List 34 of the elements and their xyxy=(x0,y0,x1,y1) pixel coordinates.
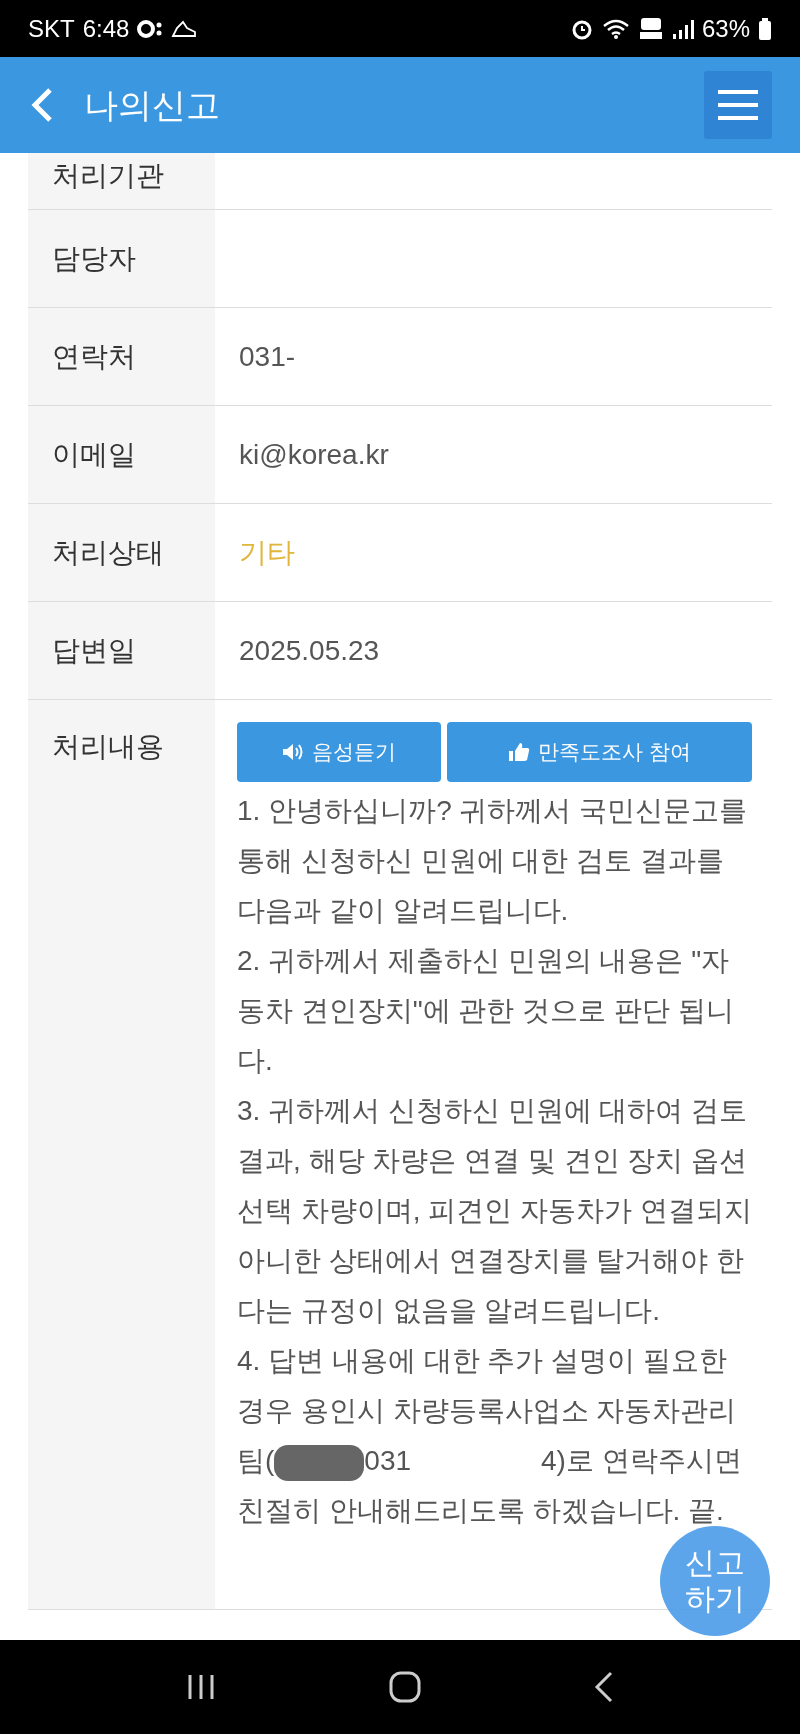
label-cell: 처리상태 xyxy=(28,504,215,601)
back-icon[interactable] xyxy=(30,87,54,123)
battery-icon xyxy=(758,16,772,41)
report-fab[interactable]: 신고 하기 xyxy=(660,1526,770,1636)
answer-paragraph: 2. 귀하께서 제출하신 민원의 내용은 "자동차 견인장치"에 관한 것으로 판단 됩니다. xyxy=(237,944,735,1078)
value-text: 기타 xyxy=(239,535,295,570)
menu-button[interactable] xyxy=(704,71,772,139)
signal-icon xyxy=(671,17,694,40)
carrier-text: SKT xyxy=(28,13,75,44)
home-icon[interactable] xyxy=(389,1671,421,1703)
answer-paragraph: 3. 귀하께서 신청하신 민원에 대하여 검토결과, 해당 차량은 연결 및 견인 장치 옵션 선택 차량이며, 피견인 자동차가 연결되지 아니한 상태에서 연결장치를 탈거해야 한다는 규정이 없음을 알려드립니다. xyxy=(237,1094,752,1328)
recent-apps-icon[interactable] xyxy=(186,1673,217,1701)
label-cell: 이메일 xyxy=(28,406,215,503)
thumbs-up-icon xyxy=(507,741,530,763)
value-text: 031- xyxy=(239,339,296,374)
answer-paragraph: 1. 안녕하십니까? 귀하께서 국민신문고를 통해 신청하신 민원에 대한 검토 결과를 다음과 같이 알려드립니다. xyxy=(237,794,749,928)
value-text: 2025.05.23 xyxy=(239,633,380,668)
battery-text: 63% xyxy=(701,13,750,44)
action-button[interactable]: 만족도조사 참여 xyxy=(446,722,752,782)
menu-icon xyxy=(716,89,760,121)
label-cell: 처리내용 xyxy=(28,700,215,1609)
label-cell: 연락처 xyxy=(28,308,215,405)
value-text: ki@korea.kr xyxy=(239,437,389,472)
dots-icon xyxy=(137,18,164,39)
speaker-icon xyxy=(281,742,304,762)
answer-paragraph: 4. 답변 내용에 대한 추가 설명이 필요한 경우 용인시 차량등록사업소 자동차관리팀( 031 4)로 연락주시면 친절히 안내해드리도록 하겠습니다. 끝. xyxy=(237,1344,743,1528)
wifi-icon xyxy=(601,17,630,40)
label-cell: 담당자 xyxy=(28,210,215,307)
action-button[interactable]: 음성듣기 xyxy=(237,722,441,782)
time-text: 6:48 xyxy=(82,13,130,44)
page-title: 나의신고 xyxy=(84,84,220,126)
label-cell: 처리기관 xyxy=(28,153,215,209)
back-nav-icon[interactable] xyxy=(593,1671,614,1703)
label-cell: 답변일 xyxy=(28,602,215,699)
